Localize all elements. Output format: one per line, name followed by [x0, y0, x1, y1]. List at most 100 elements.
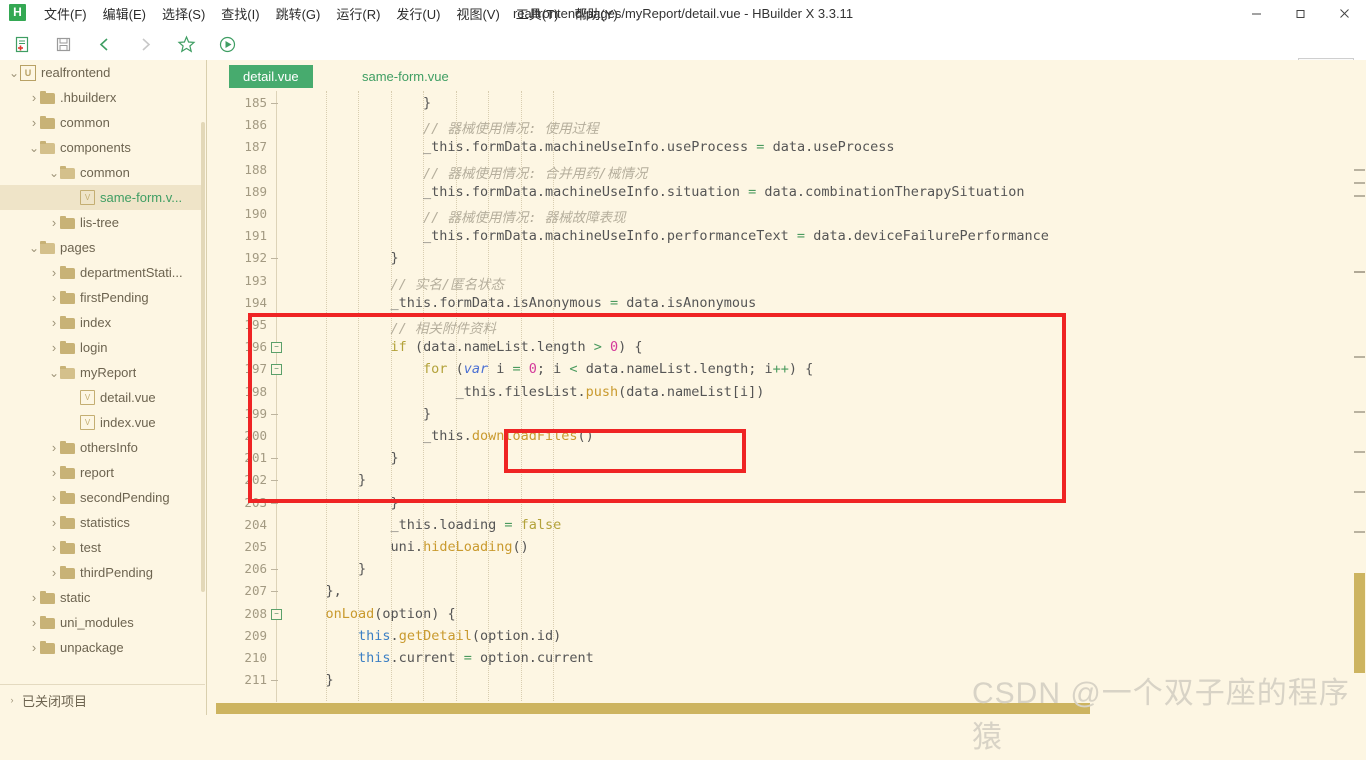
closed-projects-row[interactable]: › 已关闭项目 [0, 684, 205, 715]
chevron-down-icon[interactable]: ⌄ [28, 142, 40, 154]
code-line[interactable]: } [293, 450, 399, 466]
chevron-down-icon[interactable]: ⌄ [48, 367, 60, 379]
code-line[interactable]: } [293, 95, 431, 111]
tree-item-firstpending[interactable]: › firstPending [0, 285, 205, 310]
menu-run[interactable]: 运行(R) [328, 1, 388, 26]
code-line[interactable]: for (var i = 0; i < data.nameList.length… [293, 361, 813, 377]
chevron-right-icon[interactable]: › [48, 340, 60, 355]
tree-item-common[interactable]: › common [0, 110, 205, 135]
chevron-right-icon[interactable]: › [28, 615, 40, 630]
close-button[interactable] [1322, 0, 1366, 27]
tree-item-thirdpending[interactable]: › thirdPending [0, 560, 205, 585]
menu-tools[interactable]: 工具(T) [508, 1, 567, 26]
tree-item-uni-modules[interactable]: › uni_modules [0, 610, 205, 635]
chevron-right-icon[interactable]: › [48, 290, 60, 305]
menu-view[interactable]: 视图(V) [448, 1, 507, 26]
tree-item-login[interactable]: › login [0, 335, 205, 360]
code-line[interactable]: onLoad(option) { [293, 606, 456, 622]
editor-tab-detail-vue[interactable]: detail.vue [229, 65, 313, 88]
chevron-right-icon[interactable]: › [48, 540, 60, 555]
code-line[interactable]: } [293, 672, 334, 688]
code-line[interactable]: uni.hideLoading() [293, 539, 529, 555]
tree-item-secondpending[interactable]: › secondPending [0, 485, 205, 510]
code-line[interactable]: this.getDetail(option.id) [293, 628, 561, 644]
menu-help[interactable]: 帮助(Y) [566, 1, 625, 26]
code-line[interactable]: // 相关附件资料 [293, 317, 496, 337]
menu-file[interactable]: 文件(F) [36, 1, 95, 26]
code-line[interactable]: } [293, 250, 399, 266]
code-line[interactable]: if (data.nameList.length > 0) { [293, 339, 643, 355]
tree-item-myreport[interactable]: ⌄ myReport [0, 360, 205, 385]
tree-item-components[interactable]: ⌄ components [0, 135, 205, 160]
tree-item-index[interactable]: › index [0, 310, 205, 335]
menu-find[interactable]: 查找(I) [213, 1, 267, 26]
menu-goto[interactable]: 跳转(G) [268, 1, 329, 26]
forward-arrow-icon[interactable] [133, 32, 157, 56]
chevron-right-icon[interactable]: › [48, 565, 60, 580]
code-line[interactable]: // 器械使用情况: 使用过程 [293, 117, 599, 137]
tree-item-static[interactable]: › static [0, 585, 205, 610]
tree-item-detail-vue[interactable]: Vdetail.vue [0, 385, 205, 410]
code-text-area[interactable]: 185 } 186 // 器械使用情况: 使用过程 187 _this.formDa… [207, 91, 1366, 715]
fold-toggle-icon[interactable]: − [271, 364, 285, 376]
tree-item-pages[interactable]: ⌄ pages [0, 235, 205, 260]
code-line[interactable]: _this.filesList.push(data.nameList[i]) [293, 384, 765, 400]
minimize-button[interactable] [1234, 0, 1278, 27]
chevron-right-icon[interactable]: › [28, 90, 40, 105]
tree-item-statistics[interactable]: › statistics [0, 510, 205, 535]
save-icon[interactable] [51, 32, 75, 56]
menu-select[interactable]: 选择(S) [154, 1, 213, 26]
project-tree[interactable]: ⌄ Urealfrontend › .hbuilderx › common ⌄ compone… [0, 60, 205, 660]
code-line[interactable]: } [293, 561, 366, 577]
new-file-icon[interactable] [10, 32, 34, 56]
code-line[interactable]: this.current = option.current [293, 650, 594, 666]
tree-item-hbuilderx[interactable]: › .hbuilderx [0, 85, 205, 110]
maximize-button[interactable] [1278, 0, 1322, 27]
menu-publish[interactable]: 发行(U) [388, 1, 448, 26]
chevron-right-icon[interactable]: › [48, 440, 60, 455]
code-line[interactable]: _this.formData.machineUseInfo.situation … [293, 184, 1024, 200]
chevron-right-icon[interactable]: › [48, 465, 60, 480]
editor-tab-same-form-vue[interactable]: same-form.vue [348, 65, 463, 88]
code-line[interactable]: _this.downloadFiles() [293, 428, 594, 444]
tree-item-index-vue[interactable]: Vindex.vue [0, 410, 205, 435]
run-icon[interactable] [215, 32, 239, 56]
chevron-right-icon[interactable]: › [48, 215, 60, 230]
chevron-right-icon[interactable]: › [28, 115, 40, 130]
tree-item-othersinfo[interactable]: › othersInfo [0, 435, 205, 460]
tree-item-lis-tree[interactable]: › lis-tree [0, 210, 205, 235]
tree-item-test[interactable]: › test [0, 535, 205, 560]
menu-edit[interactable]: 编辑(E) [95, 1, 154, 26]
chevron-right-icon[interactable]: › [48, 490, 60, 505]
fold-toggle-icon[interactable]: − [271, 342, 285, 354]
code-line[interactable]: _this.loading = false [293, 517, 562, 533]
sidebar-scrollbar[interactable] [201, 122, 205, 592]
code-line[interactable]: }, [293, 583, 342, 599]
code-line[interactable]: // 器械使用情况: 器械故障表现 [293, 206, 626, 226]
tree-item-report[interactable]: › report [0, 460, 205, 485]
code-line[interactable]: } [293, 406, 431, 422]
tree-item-realfrontend[interactable]: ⌄ Urealfrontend [0, 60, 205, 85]
code-line[interactable]: _this.formData.machineUseInfo.useProcess… [293, 139, 894, 155]
vertical-scrollbar-thumb[interactable] [1354, 573, 1365, 673]
chevron-right-icon[interactable]: › [48, 265, 60, 280]
code-line[interactable]: } [293, 472, 366, 488]
back-arrow-icon[interactable] [92, 32, 116, 56]
chevron-right-icon[interactable]: › [48, 315, 60, 330]
fold-toggle-icon[interactable]: − [271, 608, 285, 620]
chevron-down-icon[interactable]: ⌄ [48, 167, 60, 179]
code-line[interactable]: } [293, 495, 399, 511]
tree-item-unpackage[interactable]: › unpackage [0, 635, 205, 660]
code-line[interactable]: _this.formData.isAnonymous = data.isAnon… [293, 295, 757, 311]
tree-item-same-form-vue[interactable]: Vsame-form.v... [0, 185, 205, 210]
chevron-down-icon[interactable]: ⌄ [8, 67, 20, 79]
code-line[interactable]: // 器械使用情况: 合并用药/械情况 [293, 162, 647, 182]
chevron-right-icon[interactable]: › [48, 515, 60, 530]
code-line[interactable]: _this.formData.machineUseInfo.performanc… [293, 228, 1049, 244]
code-line[interactable]: // 实名/匿名状态 [293, 273, 505, 293]
star-icon[interactable] [174, 32, 198, 56]
horizontal-scrollbar-thumb[interactable] [216, 703, 1090, 714]
chevron-right-icon[interactable]: › [28, 590, 40, 605]
tree-item-components-common[interactable]: ⌄ common [0, 160, 205, 185]
chevron-right-icon[interactable]: › [28, 640, 40, 655]
